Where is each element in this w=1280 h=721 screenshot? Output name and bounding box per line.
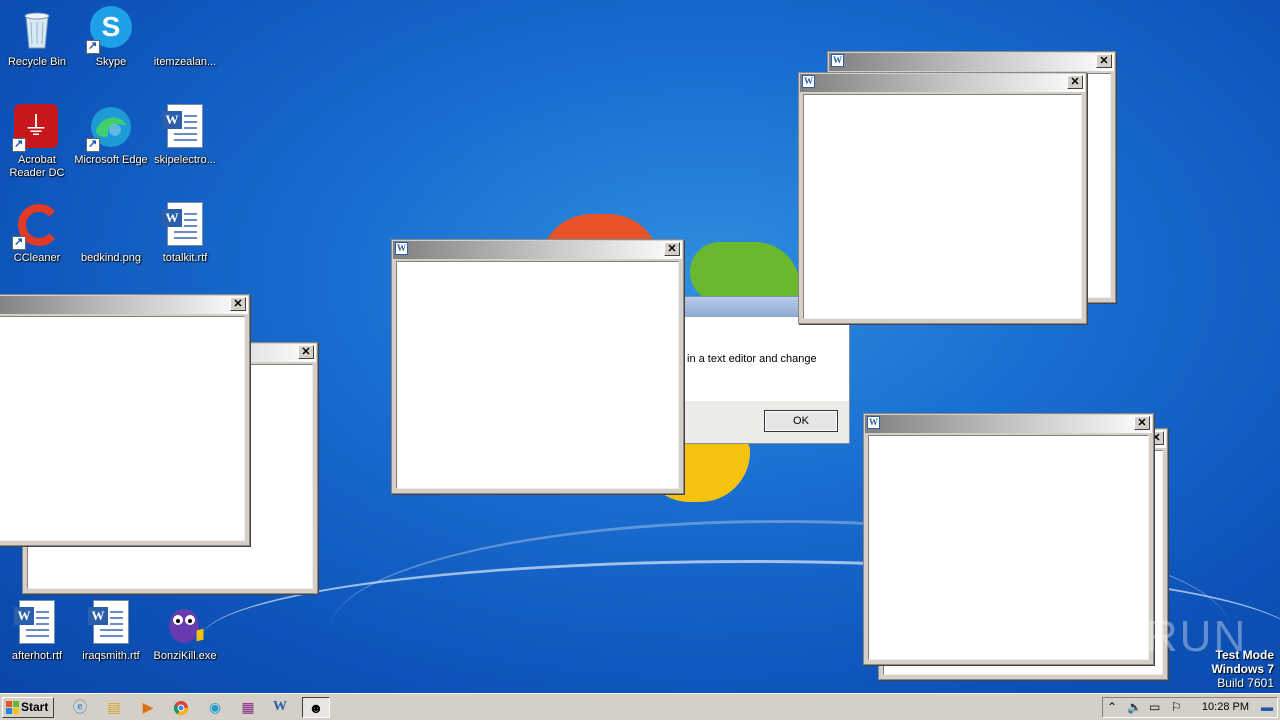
- desktop-icon-label: itemzealan...: [153, 56, 217, 68]
- desktop-icon-ccleaner[interactable]: CCleaner: [0, 202, 74, 265]
- desktop-icon-label: Microsoft Edge: [74, 154, 148, 166]
- close-button[interactable]: ✕: [230, 297, 246, 311]
- clock[interactable]: 10:28 PM: [1202, 701, 1249, 713]
- word-app-icon: W: [831, 54, 844, 67]
- word-doc-icon: W: [14, 600, 60, 646]
- desktop-icon-acrobat[interactable]: ⏚ Acrobat Reader DC: [0, 104, 74, 180]
- ccleaner-icon: [12, 202, 60, 250]
- word-doc-icon: W: [88, 600, 134, 646]
- desktop-icon-label: bedkind.png: [81, 252, 141, 264]
- desktop-icon-label: Skype: [95, 56, 127, 68]
- windows-flag-icon: [6, 701, 19, 714]
- desktop-icon-label: totalkit.rtf: [162, 252, 208, 264]
- image-file-icon: [88, 202, 134, 248]
- system-tray: ⌃ 🔈 ▭ ⚐ 10:28 PM ▬: [1102, 697, 1278, 718]
- desktop-icon-recycle-bin[interactable]: Recycle Bin: [0, 6, 74, 69]
- bonzi-icon: [162, 600, 208, 646]
- winrar-icon[interactable]: ▦: [234, 697, 262, 718]
- close-button[interactable]: ✕: [1134, 416, 1150, 430]
- message-box-body: in a text editor and change: [685, 317, 849, 401]
- ie-icon[interactable]: ⓔ: [66, 697, 94, 718]
- shortcut-arrow-icon: [86, 137, 100, 152]
- recycle-bin-icon: [14, 6, 60, 52]
- word-doc-icon: W: [162, 104, 208, 150]
- acrobat-icon: ⏚: [12, 104, 60, 152]
- desktop-icon-label: Acrobat Reader DC: [9, 154, 65, 179]
- word-app-icon: W: [867, 416, 880, 429]
- desktop: Recycle Bin ⏚ Acrobat Reader DC CCleaner…: [0, 0, 1280, 693]
- shortcut-arrow-icon: [86, 39, 100, 54]
- build-label: Build 7601: [1217, 676, 1274, 690]
- start-label: Start: [21, 700, 49, 714]
- word-doc-icon: W: [162, 202, 208, 248]
- close-button[interactable]: ✕: [298, 345, 314, 359]
- window-titlebar: [0, 296, 248, 314]
- word-app-icon: W: [395, 242, 408, 255]
- desktop-icon-label: skipelectro...: [154, 154, 216, 166]
- desktop-icon-afterhot[interactable]: W afterhot.rtf: [0, 600, 74, 663]
- desktop-icon-label: afterhot.rtf: [11, 650, 63, 662]
- window-titlebar: [865, 415, 1152, 433]
- popup-window-topright-front[interactable]: W ✕: [798, 72, 1087, 324]
- window-titlebar: [393, 241, 682, 259]
- test-mode-label: Test Mode: [1215, 648, 1274, 662]
- file-icon: [162, 6, 208, 52]
- taskbar: Start ⓔ ▤ ▶ ◉ ▦ W ☻ ⌃ 🔈 ▭ ⚐ 10:28 PM ▬: [0, 693, 1280, 720]
- os-label: Windows 7: [1211, 662, 1274, 676]
- volume-icon[interactable]: 🔈: [1127, 700, 1142, 714]
- close-button[interactable]: ✕: [1067, 75, 1083, 89]
- desktop-icon-bedkind[interactable]: bedkind.png: [74, 202, 148, 265]
- window-titlebar: [829, 53, 1114, 71]
- desktop-icon-skype[interactable]: S Skype: [74, 6, 148, 69]
- window-client-area: [803, 94, 1082, 319]
- start-button[interactable]: Start: [2, 697, 54, 718]
- message-box-text: in a text editor and change: [687, 353, 817, 365]
- wallpaper-logo-green: [690, 242, 800, 302]
- desktop-icon-edge[interactable]: Microsoft Edge: [74, 104, 148, 167]
- desktop-icon-skipelectro[interactable]: W skipelectro...: [148, 104, 222, 167]
- tray-expand-icon[interactable]: ⌃: [1107, 700, 1117, 714]
- desktop-icon-iraqsmith[interactable]: W iraqsmith.rtf: [74, 600, 148, 663]
- show-desktop-icon[interactable]: ▬: [1261, 700, 1273, 714]
- desktop-icon-label: CCleaner: [13, 252, 61, 264]
- chrome-icon[interactable]: [167, 697, 195, 718]
- close-button[interactable]: ✕: [1096, 54, 1112, 68]
- desktop-icon-label: BonziKill.exe: [153, 650, 217, 662]
- ok-button[interactable]: OK: [764, 410, 838, 432]
- test-mode-watermark: Test Mode Windows 7 Build 7601: [1211, 648, 1274, 690]
- media-player-icon[interactable]: ▶: [134, 697, 162, 718]
- desktop-icon-label: Recycle Bin: [7, 56, 67, 68]
- action-center-flag-icon[interactable]: ⚐: [1171, 700, 1182, 714]
- network-icon[interactable]: ▭: [1149, 700, 1160, 714]
- popup-window-center[interactable]: W ✕: [391, 239, 684, 494]
- explorer-icon[interactable]: ▤: [100, 697, 128, 718]
- window-client-area: [0, 316, 245, 541]
- popup-window-left-front[interactable]: ✕: [0, 294, 250, 546]
- desktop-icon-bonzikill[interactable]: BonziKill.exe: [148, 600, 222, 663]
- edge-icon[interactable]: ◉: [201, 697, 229, 718]
- close-button[interactable]: ✕: [664, 242, 680, 256]
- word-icon[interactable]: W: [266, 697, 294, 718]
- window-titlebar: [800, 74, 1085, 92]
- skype-icon: S: [86, 6, 134, 54]
- edge-icon: [86, 104, 134, 152]
- desktop-icon-itemzealan[interactable]: itemzealan...: [148, 6, 222, 69]
- shortcut-arrow-icon: [12, 137, 26, 152]
- desktop-icon-label: iraqsmith.rtf: [82, 650, 140, 662]
- shortcut-arrow-icon: [12, 235, 26, 250]
- bonzi-taskbar-icon[interactable]: ☻: [302, 697, 330, 718]
- window-client-area: [396, 261, 679, 489]
- word-app-icon: W: [802, 75, 815, 88]
- desktop-icon-totalkit[interactable]: W totalkit.rtf: [148, 202, 222, 265]
